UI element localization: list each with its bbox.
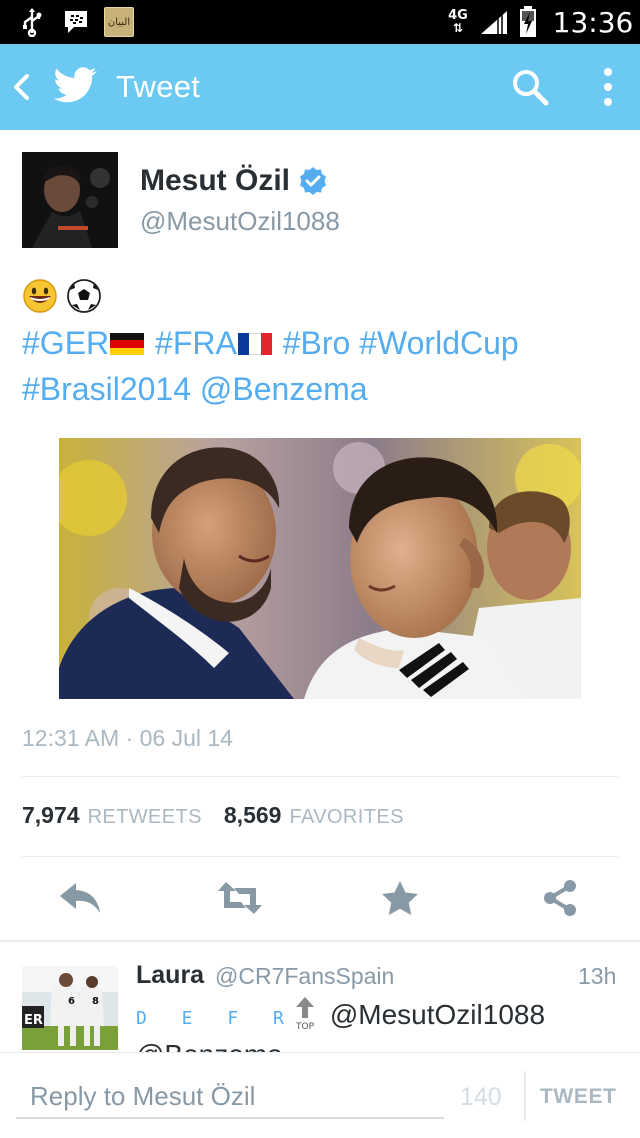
- reply-avatar[interactable]: 6 8 ER: [22, 966, 118, 1050]
- data-arrows-icon: ⇅: [452, 21, 464, 35]
- favorites-count[interactable]: 8,569: [224, 802, 282, 829]
- status-bar: البيان 4G ⇅ 13:36: [0, 0, 640, 44]
- hashtag-worldcup[interactable]: #WorldCup: [359, 325, 518, 361]
- svg-text:ER: ER: [24, 1013, 43, 1028]
- search-icon: [513, 70, 549, 106]
- retweet-button[interactable]: [216, 876, 264, 920]
- tweet-timestamp: 12:31 AM · 06 Jul 14: [22, 725, 233, 751]
- tweet-photo[interactable]: [59, 438, 581, 699]
- divider: [22, 776, 618, 777]
- action-bar: Tweet: [0, 44, 640, 130]
- top-label: TOP: [295, 1022, 315, 1030]
- status-time: 13:36: [552, 5, 634, 39]
- retweet-icon: [218, 882, 262, 914]
- chevron-left-icon: [14, 74, 29, 100]
- vertical-divider: [524, 1071, 526, 1121]
- tweet-emoji-row: [22, 278, 102, 314]
- svg-text:6: 6: [68, 996, 75, 1007]
- character-counter: 140: [460, 1083, 502, 1111]
- author-name[interactable]: Mesut Özil: [140, 164, 290, 198]
- more-vertical-icon: [604, 68, 612, 106]
- tweet-button[interactable]: TWEET: [540, 1081, 630, 1113]
- france-flag-emoji: [237, 333, 272, 355]
- hashtag-fra[interactable]: #FRA: [155, 325, 237, 361]
- defr-letters: D E F R: [136, 1008, 296, 1029]
- reply-author-name[interactable]: Laura: [136, 960, 204, 990]
- share-icon: [544, 880, 576, 916]
- favorites-label[interactable]: FAVORITES: [289, 806, 403, 829]
- grinning-face-emoji: [23, 279, 57, 313]
- soccer-ball-emoji: [67, 279, 101, 313]
- share-button[interactable]: [536, 876, 584, 920]
- reply-mention-benzema[interactable]: @Benzema: [136, 1037, 616, 1052]
- svg-text:8: 8: [92, 996, 99, 1007]
- page-title: Tweet: [116, 69, 201, 104]
- author-avatar[interactable]: [22, 152, 118, 248]
- hashtag-brasil2014[interactable]: #Brasil2014: [22, 371, 191, 407]
- reply-button[interactable]: [56, 876, 104, 920]
- section-separator: [0, 940, 640, 942]
- hashtag-ger[interactable]: #GER: [22, 325, 109, 361]
- reply-compose-bar: 140 TWEET: [0, 1052, 640, 1138]
- verified-badge-icon: [298, 166, 328, 196]
- search-button[interactable]: [506, 64, 554, 110]
- usb-icon: [18, 0, 46, 44]
- reply-item[interactable]: 6 8 ER Laura @CR7FansSpain 13h D E F R TO…: [0, 960, 640, 1052]
- mention-benzema[interactable]: @Benzema: [200, 371, 368, 407]
- reply-time: 13h: [578, 963, 617, 989]
- tweet-text: #GER #FRA #Bro #WorldCup #Brasil2014 @Be…: [22, 320, 622, 412]
- back-button[interactable]: [8, 67, 34, 107]
- network-type-indicator: 4G ⇅: [446, 0, 470, 44]
- favorite-icon: [382, 881, 418, 915]
- signal-strength-icon: [478, 0, 510, 44]
- news-app-icon: البيان: [104, 7, 134, 37]
- reply-icon: [60, 883, 100, 913]
- overflow-menu-button[interactable]: [590, 64, 626, 110]
- retweets-count[interactable]: 7,974: [22, 802, 80, 829]
- top-arrow-icon: TOP: [290, 996, 320, 1032]
- retweets-label[interactable]: RETWEETS: [88, 806, 202, 829]
- favorite-button[interactable]: [376, 876, 424, 920]
- reply-author-handle[interactable]: @CR7FansSpain: [215, 962, 394, 990]
- author-handle[interactable]: @MesutOzil1088: [140, 206, 340, 236]
- germany-flag-emoji: [110, 333, 145, 355]
- reply-input[interactable]: [16, 1075, 444, 1119]
- tweet-stats: 7,974 RETWEETS 8,569 FAVORITES: [22, 802, 426, 832]
- bbm-icon: [60, 0, 92, 44]
- reply-mention-ozil[interactable]: @MesutOzil1088: [330, 999, 545, 1030]
- reply-text: D E F RTOP @MesutOzil1088 @Benzema: [136, 996, 616, 1052]
- battery-charging-icon: [516, 0, 540, 44]
- twitter-bird-icon[interactable]: [52, 66, 98, 106]
- divider: [22, 856, 618, 857]
- hashtag-bro[interactable]: #Bro: [283, 325, 351, 361]
